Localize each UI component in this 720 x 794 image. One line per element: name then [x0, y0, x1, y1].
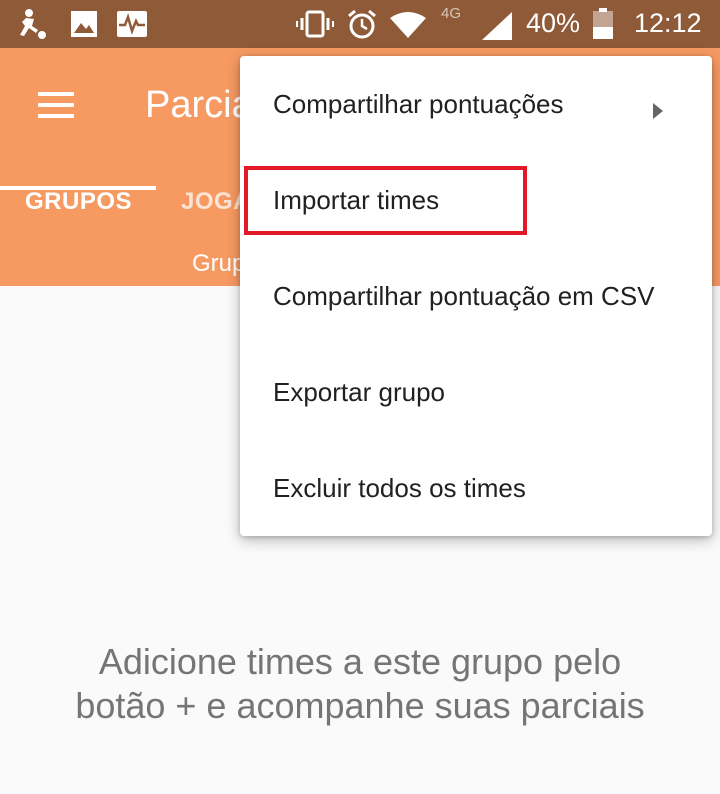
network-type-label: 4G	[441, 5, 462, 22]
empty-state-message: Adicione times a este grupo pelo botão +…	[75, 641, 645, 726]
menu-item-label: Exportar grupo	[273, 377, 445, 407]
signal-icon	[482, 12, 512, 45]
menu-item-label: Compartilhar pontuação em CSV	[273, 281, 655, 311]
menu-item-compartilhar-csv[interactable]: Compartilhar pontuação em CSV	[240, 248, 712, 344]
menu-item-label: Importar times	[273, 185, 440, 215]
image-icon	[70, 10, 98, 43]
battery-percent: 40%	[526, 8, 581, 38]
wifi-icon	[390, 12, 426, 43]
battery-icon	[592, 8, 614, 45]
tab-grupos[interactable]: GRUPOS	[25, 188, 132, 216]
menu-item-label: Compartilhar pontuações	[273, 89, 564, 119]
overflow-menu: Compartilhar pontuações Importar times C…	[240, 56, 712, 536]
clock-time: 12:12	[634, 8, 702, 38]
vibrate-icon	[296, 10, 334, 43]
status-bar: 4G 40% 12:12	[0, 0, 720, 48]
menu-item-label: Excluir todos os times	[273, 473, 526, 503]
menu-item-compartilhar-pontuacoes[interactable]: Compartilhar pontuações	[240, 56, 712, 152]
submenu-arrow-icon	[652, 96, 664, 127]
alarm-icon	[346, 8, 378, 45]
menu-icon[interactable]	[38, 92, 74, 118]
menu-item-exportar-grupo[interactable]: Exportar grupo	[240, 344, 712, 440]
menu-item-importar-times[interactable]: Importar times	[240, 152, 712, 248]
active-tab-indicator	[0, 186, 156, 190]
soccer-player-icon	[14, 8, 48, 45]
pulse-icon	[116, 10, 148, 43]
menu-item-excluir-times[interactable]: Excluir todos os times	[240, 440, 712, 536]
